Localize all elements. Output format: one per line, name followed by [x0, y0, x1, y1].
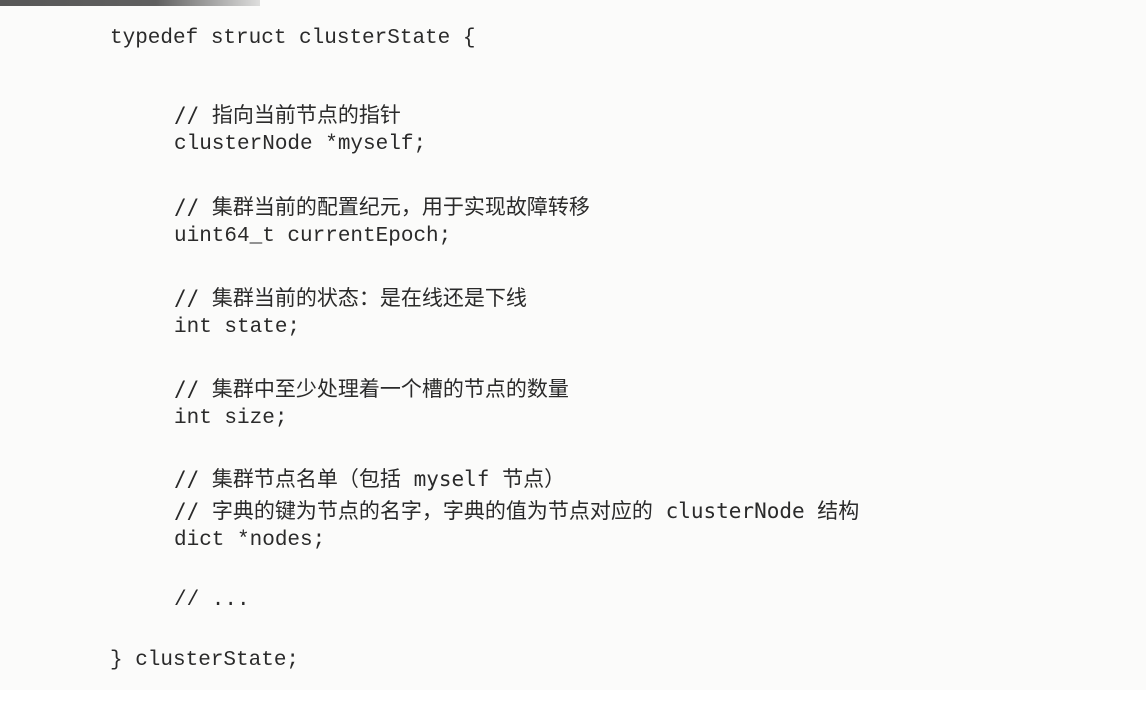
- field-size: int size;: [174, 407, 288, 430]
- field-myself: clusterNode *myself;: [174, 133, 427, 156]
- comment-nodes-1: // 集群节点名单（包括 myself 节点）: [174, 467, 566, 491]
- comment-nodes-2: // 字典的键为节点的名字，字典的值为节点对应的 clusterNode 结构: [174, 499, 860, 523]
- code-block: typedef struct clusterState { // 指向当前节点的…: [110, 24, 859, 714]
- struct-open-line: typedef struct clusterState {: [110, 27, 476, 50]
- comment-size: // 集群中至少处理着一个槽的节点的数量: [174, 377, 569, 401]
- comment-myself: // 指向当前节点的指针: [174, 103, 401, 127]
- document-page: typedef struct clusterState { // 指向当前节点的…: [0, 0, 1146, 690]
- cropped-heading-fragment: [0, 0, 260, 6]
- field-nodes: dict *nodes;: [174, 529, 326, 552]
- comment-current-epoch: // 集群当前的配置纪元，用于实现故障转移: [174, 195, 590, 219]
- comment-ellipsis: // ...: [174, 589, 250, 612]
- field-state: int state;: [174, 316, 301, 339]
- struct-close-line: } clusterState;: [110, 649, 300, 672]
- field-current-epoch: uint64_t currentEpoch;: [174, 225, 452, 248]
- comment-state: // 集群当前的状态：是在线还是下线: [174, 286, 527, 310]
